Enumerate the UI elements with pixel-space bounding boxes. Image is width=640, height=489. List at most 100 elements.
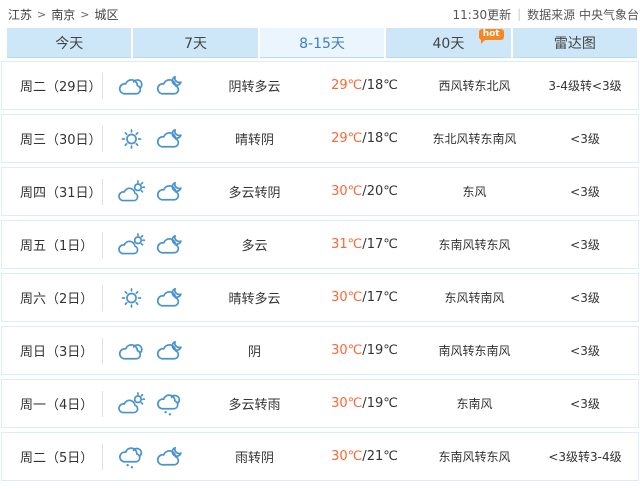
- temperature: 30℃/20℃: [312, 184, 417, 199]
- weather-icons: [103, 445, 197, 469]
- wind-level: <3级转3-4级: [532, 448, 638, 465]
- tab-label: 8-15天: [299, 33, 345, 53]
- weather-icons: [103, 286, 197, 310]
- forecast-row: 周五（1日） 多云 31℃/17℃ 东南风转东风 <3级: [1, 220, 639, 269]
- temp-low: 17℃: [367, 237, 398, 252]
- wind-direction: 东南风转东风: [417, 448, 532, 465]
- cloud-moon-icon: [154, 445, 185, 469]
- sun-icon: [116, 127, 147, 151]
- wind-level: 3-4级转<3级: [532, 77, 638, 94]
- temperature: 30℃/21℃: [312, 449, 417, 464]
- weather-forecast-page: 江苏 > 南京 > 城区 11:30更新 | 数据来源 中央气象台 今天 7天 …: [0, 0, 640, 489]
- temp-high: 29℃: [331, 131, 362, 146]
- weather-text: 晴转多云: [197, 288, 312, 307]
- temperature: 30℃/17℃: [312, 290, 417, 305]
- temperature: 30℃/19℃: [312, 396, 417, 411]
- forecast-row: 周三（30日） 晴转阴 29℃/18℃ 东北风转东南风 <3级: [1, 114, 639, 163]
- weather-text: 多云: [197, 235, 312, 254]
- temp-high: 31℃: [331, 237, 362, 252]
- cloud-moon-icon: [154, 233, 185, 257]
- wind-direction: 东南风: [417, 395, 532, 412]
- weather-icons: [103, 339, 197, 363]
- temperature: 29℃/18℃: [312, 78, 417, 93]
- cloud-moon-icon: [154, 74, 185, 98]
- cloud-icon: [116, 339, 147, 363]
- temp-high: 30℃: [331, 184, 362, 199]
- temperature: 31℃/17℃: [312, 237, 417, 252]
- day-label: 周四（31日）: [2, 182, 102, 201]
- update-divider: |: [517, 7, 521, 21]
- cloud-rain-icon: [116, 445, 147, 469]
- temp-high: 29℃: [331, 78, 362, 93]
- day-label: 周日（3日）: [2, 341, 102, 360]
- temp-high: 30℃: [331, 343, 362, 358]
- tab-40day[interactable]: 40天 hot: [386, 28, 510, 58]
- weather-icons: [103, 233, 197, 257]
- update-time: 11:30更新: [453, 6, 512, 23]
- weather-icons: [103, 392, 197, 416]
- temp-low: 21℃: [367, 449, 398, 464]
- weather-text: 阴转多云: [197, 76, 312, 95]
- weather-text: 多云转雨: [197, 394, 312, 413]
- breadcrumb-province[interactable]: 江苏: [8, 6, 32, 23]
- cloud-sun-icon: [116, 180, 147, 204]
- temp-low: 18℃: [367, 131, 398, 146]
- sun-icon: [116, 286, 147, 310]
- cloud-moon-icon: [154, 127, 185, 151]
- day-label: 周二（29日）: [2, 76, 102, 95]
- temp-high: 30℃: [331, 290, 362, 305]
- temp-low: 18℃: [367, 78, 398, 93]
- temp-low: 19℃: [367, 343, 398, 358]
- temp-low: 17℃: [367, 290, 398, 305]
- breadcrumb-district[interactable]: 城区: [94, 6, 118, 23]
- breadcrumb-separator: >: [37, 8, 46, 21]
- temp-low: 19℃: [367, 396, 398, 411]
- cloud-icon: [116, 74, 147, 98]
- tab-7day[interactable]: 7天: [133, 28, 257, 58]
- hot-badge: hot: [479, 29, 504, 40]
- wind-level: <3级: [532, 342, 638, 359]
- temperature: 29℃/18℃: [312, 131, 417, 146]
- cloud-moon-icon: [154, 180, 185, 204]
- forecast-table: 周二（29日） 阴转多云 29℃/18℃ 西风转东北风 3-4级转<3级 周三（…: [0, 61, 640, 481]
- cloud-moon-icon: [154, 339, 185, 363]
- day-label: 周五（1日）: [2, 235, 102, 254]
- breadcrumb: 江苏 > 南京 > 城区: [8, 6, 118, 23]
- weather-icons: [103, 74, 197, 98]
- wind-direction: 东风转南风: [417, 289, 532, 306]
- weather-text: 多云转阴: [197, 182, 312, 201]
- tab-label: 今天: [55, 33, 83, 53]
- wind-level: <3级: [532, 130, 638, 147]
- cloud-moon-icon: [154, 286, 185, 310]
- wind-level: <3级: [532, 395, 638, 412]
- wind-level: <3级: [532, 236, 638, 253]
- cloud-rain-icon: [154, 392, 185, 416]
- breadcrumb-city[interactable]: 南京: [51, 6, 75, 23]
- tab-label: 40天: [433, 33, 465, 53]
- wind-direction: 南风转东南风: [417, 342, 532, 359]
- day-label: 周一（4日）: [2, 394, 102, 413]
- forecast-row: 周二（29日） 阴转多云 29℃/18℃ 西风转东北风 3-4级转<3级: [1, 61, 639, 110]
- forecast-row: 周四（31日） 多云转阴 30℃/20℃ 东风 <3级: [1, 167, 639, 216]
- temp-high: 30℃: [331, 396, 362, 411]
- temp-low: 20℃: [367, 184, 398, 199]
- temp-high: 30℃: [331, 449, 362, 464]
- day-label: 周二（5日）: [2, 447, 102, 466]
- forecast-row: 周日（3日） 阴 30℃/19℃ 南风转东南风 <3级: [1, 326, 639, 375]
- day-label: 周六（2日）: [2, 288, 102, 307]
- forecast-row: 周二（5日） 雨转阴 30℃/21℃ 东南风转东风 <3级转3-4级: [1, 432, 639, 481]
- update-info: 11:30更新 | 数据来源 中央气象台: [453, 6, 640, 23]
- cloud-sun-icon: [116, 233, 147, 257]
- weather-icons: [103, 127, 197, 151]
- tab-today[interactable]: 今天: [7, 28, 131, 58]
- wind-direction: 东风: [417, 183, 532, 200]
- tab-8-15day[interactable]: 8-15天: [260, 28, 384, 58]
- wind-level: <3级: [532, 289, 638, 306]
- tab-radar[interactable]: 雷达图: [513, 28, 637, 58]
- tab-label: 7天: [184, 33, 207, 53]
- wind-level: <3级: [532, 183, 638, 200]
- weather-icons: [103, 180, 197, 204]
- top-bar: 江苏 > 南京 > 城区 11:30更新 | 数据来源 中央气象台: [0, 0, 640, 28]
- forecast-tabs: 今天 7天 8-15天 40天 hot 雷达图: [7, 28, 637, 58]
- cloud-sun-icon: [116, 392, 147, 416]
